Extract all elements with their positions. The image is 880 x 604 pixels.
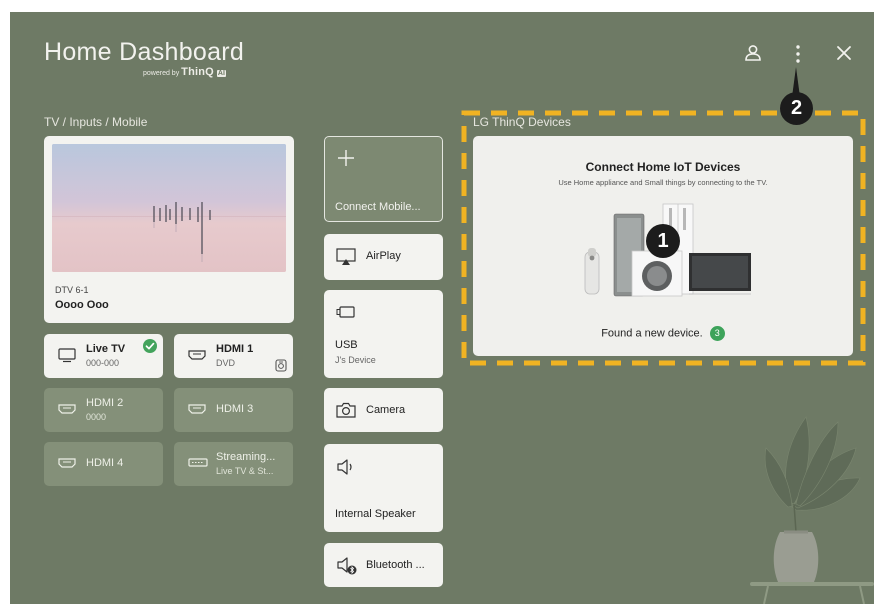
live-tv-preview-card[interactable]: DTV 6-1 Oooo Ooo <box>44 136 294 323</box>
profile-button[interactable] <box>743 43 763 63</box>
connect-mobile-label: Connect Mobile... <box>335 201 421 213</box>
input-card-streaming[interactable]: Streaming... Live TV & St... <box>174 442 293 486</box>
usb-icon <box>336 306 355 318</box>
input-name: HDMI 2 <box>86 397 124 409</box>
speaker-icon <box>337 459 352 475</box>
tv-inputs-mobile-title: TV / Inputs / Mobile <box>44 115 148 129</box>
internal-speaker-button[interactable]: Internal Speaker <box>324 444 443 532</box>
decorative-plant-illustration <box>750 416 874 604</box>
input-sub: 0000 <box>86 412 107 422</box>
tv-icon <box>58 348 76 363</box>
hdmi-icon <box>58 458 76 468</box>
bluetooth-speaker-button[interactable]: Bluetooth ... <box>324 543 443 587</box>
ai-badge: AI <box>216 70 226 77</box>
page-title: Home Dashboard <box>44 38 245 66</box>
new-device-count-badge: 3 <box>709 326 725 341</box>
usb-device-name: J's Device <box>335 355 376 365</box>
input-card-hdmi-3[interactable]: HDMI 3 <box>174 388 293 432</box>
input-card-live-tv[interactable]: Live TV 000-000 <box>44 334 163 378</box>
tv-program-name: Oooo Ooo <box>55 299 109 311</box>
home-dashboard-screen: Home Dashboard powered by ThinQ AI TV / … <box>10 12 874 604</box>
powered-by-text: powered by <box>143 70 180 77</box>
camera-button[interactable]: Camera <box>324 388 443 432</box>
hdmi-icon <box>188 404 206 414</box>
input-sub: 000-000 <box>86 358 120 368</box>
found-new-device-text: Found a new device. <box>601 327 703 340</box>
thinq-card-description: Use Home appliance and Small things by c… <box>558 178 768 187</box>
tv-preview-image <box>52 144 286 272</box>
close-icon <box>837 46 851 60</box>
input-sub: DVD <box>216 358 236 368</box>
more-options-button[interactable] <box>790 43 806 65</box>
streaming-icon <box>188 458 208 467</box>
profile-icon <box>745 45 761 61</box>
bluetooth-speaker-icon <box>337 557 357 575</box>
input-card-hdmi-2[interactable]: HDMI 2 0000 <box>44 388 163 432</box>
camera-icon <box>336 402 356 418</box>
usb-button[interactable]: USB J's Device <box>324 290 443 378</box>
connect-mobile-button[interactable]: Connect Mobile... <box>324 136 443 222</box>
close-button[interactable] <box>835 44 853 62</box>
internal-speaker-label: Internal Speaker <box>335 508 416 520</box>
hdmi-icon <box>188 350 206 360</box>
device-icon <box>275 359 287 372</box>
airplay-button[interactable]: AirPlay <box>324 234 443 280</box>
tv-channel-number: DTV 6-1 <box>55 285 89 295</box>
airplay-icon <box>336 248 356 265</box>
bluetooth-speaker-label: Bluetooth ... <box>366 559 425 571</box>
device-discovery-status: Found a new device. 3 <box>473 326 853 341</box>
thinq-card-title: Connect Home IoT Devices <box>585 160 741 174</box>
more-vertical-icon <box>796 45 800 63</box>
input-card-hdmi-1[interactable]: HDMI 1 DVD <box>174 334 293 378</box>
camera-label: Camera <box>366 404 406 416</box>
connected-check-icon <box>143 339 157 353</box>
input-name: HDMI 4 <box>86 457 124 469</box>
plus-icon <box>338 150 354 166</box>
input-name: HDMI 1 <box>216 343 254 355</box>
thinq-brand-text: ThinQ <box>181 66 214 78</box>
airplay-label: AirPlay <box>366 250 401 262</box>
usb-title: USB <box>335 339 358 351</box>
input-name: Live TV <box>86 343 126 355</box>
powered-by-thinq-logo: powered by ThinQ AI <box>143 66 226 78</box>
callout-marker-1: 1 <box>646 224 680 258</box>
input-name: HDMI 3 <box>216 403 254 415</box>
callout-marker-2: 2 <box>780 92 813 125</box>
input-card-hdmi-4[interactable]: HDMI 4 <box>44 442 163 486</box>
hdmi-icon <box>58 404 76 414</box>
input-sub: Live TV & St... <box>216 466 274 476</box>
input-name: Streaming... <box>216 451 276 463</box>
thinq-devices-title: LG ThinQ Devices <box>473 115 571 129</box>
